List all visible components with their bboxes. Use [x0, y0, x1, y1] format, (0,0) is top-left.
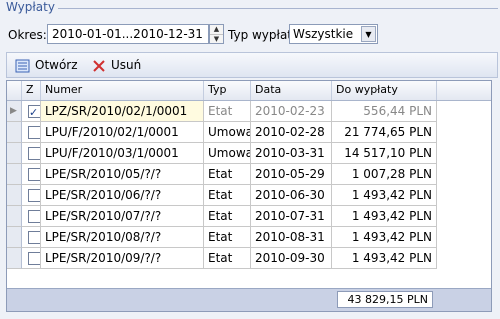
spin-down-icon[interactable]: ▼: [210, 34, 223, 44]
period-spinner[interactable]: ▲ ▼: [209, 24, 224, 44]
row-kwota: 1 493,42 PLN: [332, 206, 437, 227]
row-kwota: 1 493,42 PLN: [332, 185, 437, 206]
row-checkbox[interactable]: [28, 103, 40, 121]
row-numer: LPU/F/2010/02/1/0001: [41, 122, 204, 143]
header-col-data[interactable]: Data: [251, 81, 332, 100]
row-kwota: 14 517,10 PLN: [332, 143, 437, 164]
filter-row: Okres: 2010-01-01...2010-12-31 ▲ ▼ Typ w…: [8, 24, 498, 46]
group-title: Wypłaty: [6, 0, 55, 14]
row-kwota: 1 493,42 PLN: [332, 248, 437, 269]
row-kwota: 1 493,42 PLN: [332, 227, 437, 248]
row-data: 2010-07-31: [251, 206, 332, 227]
row-indicator: [7, 206, 22, 227]
spin-up-icon[interactable]: ▲: [210, 25, 223, 34]
row-checkbox-cell: [22, 122, 41, 143]
header-col-typ[interactable]: Typ: [204, 81, 251, 100]
delete-button[interactable]: Usuń: [91, 57, 141, 73]
type-select-value: Wszystkie: [293, 27, 354, 41]
table-row[interactable]: LPE/SR/2010/05/?/? Etat 2010-05-29 1 007,28…: [7, 164, 437, 185]
grid-header: Z Numer Typ Data Do wypłaty: [7, 81, 491, 101]
toolbar: Otwórz Usuń: [6, 52, 498, 78]
row-numer: LPE/SR/2010/08/?/?: [41, 227, 204, 248]
table-row[interactable]: LPE/SR/2010/08/?/? Etat 2010-08-31 1 493,42…: [7, 227, 437, 248]
row-kwota: 1 007,28 PLN: [332, 164, 437, 185]
grid-footer: 43 829,15 PLN: [7, 288, 491, 311]
chevron-down-icon[interactable]: ▼: [361, 26, 376, 42]
row-indicator: [7, 227, 22, 248]
row-indicator: [7, 122, 22, 143]
row-checkbox[interactable]: [28, 126, 40, 139]
row-data: 2010-03-31: [251, 143, 332, 164]
row-typ: Etat: [204, 206, 251, 227]
row-typ: Umowa: [204, 143, 251, 164]
table-row[interactable]: LPE/SR/2010/06/?/? Etat 2010-06-30 1 493,42…: [7, 185, 437, 206]
row-checkbox-cell: [22, 185, 41, 206]
row-indicator: [7, 185, 22, 206]
row-checkbox-cell: [22, 248, 41, 269]
row-checkbox[interactable]: [28, 147, 40, 160]
row-indicator: [7, 164, 22, 185]
row-checkbox-cell: [22, 143, 41, 164]
row-checkbox-cell: [22, 101, 41, 122]
row-indicator: [7, 143, 22, 164]
row-checkbox-cell: [22, 206, 41, 227]
row-checkbox-cell: [22, 164, 41, 185]
row-typ: Etat: [204, 101, 251, 122]
row-numer: LPE/SR/2010/07/?/?: [41, 206, 204, 227]
row-numer: LPZ/SR/2010/02/1/0001: [41, 101, 204, 122]
row-checkbox[interactable]: [28, 252, 40, 265]
row-checkbox[interactable]: [28, 210, 40, 223]
row-data: 2010-02-23: [251, 101, 332, 122]
header-col-numer[interactable]: Numer: [41, 81, 204, 100]
table-row[interactable]: LPU/F/2010/03/1/0001 Umowa 2010-03-31 14 51…: [7, 143, 437, 164]
delete-button-label: Usuń: [111, 58, 142, 72]
row-data: 2010-08-31: [251, 227, 332, 248]
row-typ: Etat: [204, 164, 251, 185]
period-label: Okres:: [8, 28, 47, 42]
payouts-grid: Z Numer Typ Data Do wypłaty ▶ LPZ/SR/2010…: [6, 80, 492, 312]
header-indicator: [7, 81, 22, 100]
table-row[interactable]: LPE/SR/2010/09/?/? Etat 2010-09-30 1 493,42…: [7, 248, 437, 269]
row-numer: LPE/SR/2010/06/?/?: [41, 185, 204, 206]
table-row[interactable]: ▶ LPZ/SR/2010/02/1/0001Etat2010-02-23556,…: [7, 101, 437, 122]
row-data: 2010-05-29: [251, 164, 332, 185]
row-checkbox[interactable]: [28, 189, 40, 202]
row-data: 2010-09-30: [251, 248, 332, 269]
header-col-z[interactable]: Z: [22, 81, 41, 100]
row-data: 2010-02-28: [251, 122, 332, 143]
table-row[interactable]: LPE/SR/2010/07/?/? Etat 2010-07-31 1 493,42…: [7, 206, 437, 227]
open-icon: [15, 59, 30, 72]
row-numer: LPE/SR/2010/09/?/?: [41, 248, 204, 269]
open-button[interactable]: Otwórz: [15, 57, 78, 73]
total-amount: 43 829,15 PLN: [337, 291, 433, 308]
row-typ: Etat: [204, 248, 251, 269]
type-select[interactable]: Wszystkie ▼: [289, 24, 378, 44]
header-col-kwota[interactable]: Do wypłaty: [332, 81, 437, 100]
row-typ: Umowa: [204, 122, 251, 143]
row-kwota: 556,44 PLN: [332, 101, 437, 122]
row-kwota: 21 774,65 PLN: [332, 122, 437, 143]
row-numer: LPU/F/2010/03/1/0001: [41, 143, 204, 164]
period-input[interactable]: 2010-01-01...2010-12-31: [47, 24, 209, 44]
group-title-label: Wypłaty: [6, 0, 55, 14]
row-checkbox-cell: [22, 227, 41, 248]
open-button-label: Otwórz: [35, 58, 78, 72]
group-divider: [58, 8, 498, 9]
row-typ: Etat: [204, 227, 251, 248]
row-indicator: [7, 248, 22, 269]
row-checkbox[interactable]: [28, 231, 40, 244]
row-data: 2010-06-30: [251, 185, 332, 206]
row-numer: LPE/SR/2010/05/?/?: [41, 164, 204, 185]
row-checkbox[interactable]: [28, 168, 40, 181]
row-typ: Etat: [204, 185, 251, 206]
row-indicator: ▶: [7, 101, 22, 122]
delete-icon: [93, 59, 105, 72]
table-row[interactable]: LPU/F/2010/02/1/0001 Umowa 2010-02-28 21 77…: [7, 122, 437, 143]
